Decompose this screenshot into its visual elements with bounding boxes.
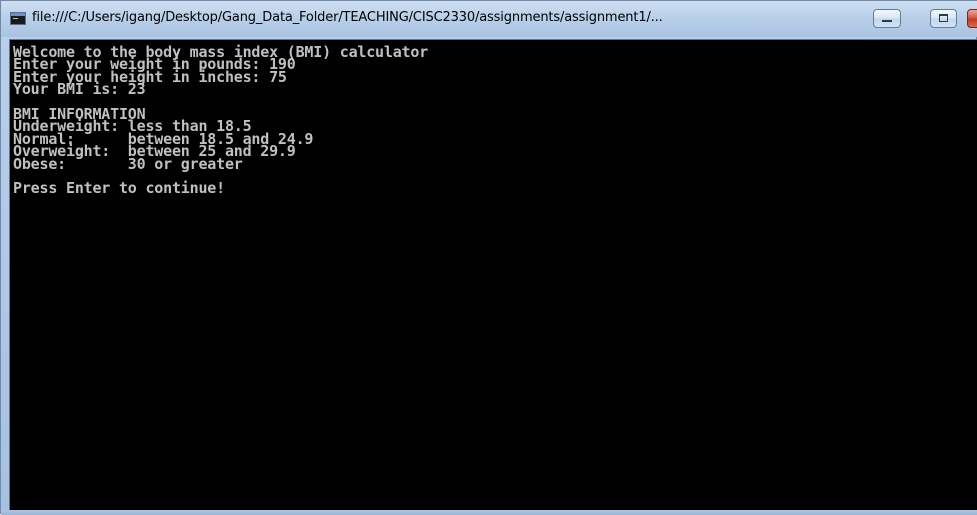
window-bottom-border (1, 510, 977, 515)
title-bar[interactable]: file:///C:/Users/igang/Desktop/Gang_Data… (1, 1, 977, 37)
close-button[interactable] (967, 9, 977, 28)
console-output[interactable]: Welcome to the body mass index (BMI) cal… (9, 39, 977, 510)
minimize-button[interactable] (873, 9, 901, 28)
window-title: file:///C:/Users/igang/Desktop/Gang_Data… (32, 10, 663, 25)
console-line: Obese: 30 or greater (13, 154, 243, 173)
console-app-icon[interactable] (10, 12, 26, 25)
minimize-icon (882, 20, 892, 22)
console-window: file:///C:/Users/igang/Desktop/Gang_Data… (0, 0, 977, 515)
console-line: Press Enter to continue! (13, 179, 225, 198)
console-line: Enter your height in inches: 75 (13, 67, 287, 86)
maximize-icon (939, 14, 948, 22)
maximize-button[interactable] (930, 9, 957, 28)
